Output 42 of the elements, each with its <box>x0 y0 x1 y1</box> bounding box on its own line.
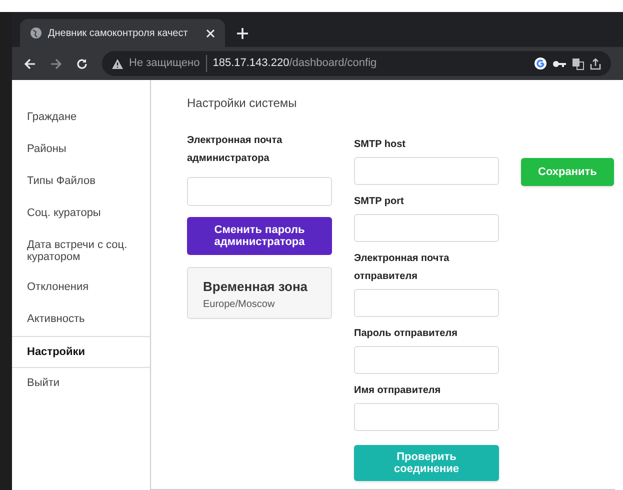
back-icon[interactable] <box>24 58 36 70</box>
key-icon[interactable] <box>553 60 566 68</box>
warning-icon <box>112 58 123 68</box>
browser-tab[interactable]: Дневник самоконтроля качест <box>20 19 225 47</box>
sidebar-item[interactable]: Активность <box>12 304 150 336</box>
timezone-value: Europe/Moscow <box>203 298 276 312</box>
tab-title: Дневник самоконтроля качест <box>48 26 189 40</box>
sidebar-item[interactable]: Отклонения <box>12 272 150 304</box>
field-label: SMTP port <box>354 195 405 209</box>
sidebar-item[interactable]: Районы <box>12 134 150 166</box>
change-password-button[interactable]: Сменить пароль администратора <box>187 217 332 255</box>
input-field[interactable] <box>354 157 499 185</box>
input-field[interactable] <box>354 346 499 374</box>
reload-icon[interactable] <box>76 58 88 70</box>
sidebar-item[interactable]: Выйти <box>12 368 150 400</box>
sidebar-item[interactable]: Граждане <box>12 102 150 134</box>
new-tab-icon[interactable] <box>237 28 248 39</box>
globe-icon <box>30 27 42 39</box>
url-text: 185.17.143.220/dashboard/config <box>212 56 378 72</box>
close-icon[interactable] <box>206 28 215 38</box>
sidebar-item[interactable]: Соц. кураторы <box>12 198 150 230</box>
security-label: Не защищено <box>129 55 207 72</box>
input-field[interactable] <box>354 289 499 317</box>
input-field[interactable] <box>187 177 332 206</box>
field-label: Имя отправителя <box>354 384 442 398</box>
page-title: Настройки системы <box>187 95 298 112</box>
input-field[interactable] <box>354 214 499 242</box>
field-label: Пароль отправителя <box>354 327 458 341</box>
forward-icon[interactable] <box>50 58 62 70</box>
field-label: SMTP host <box>354 138 406 152</box>
sidebar-item[interactable]: Настройки <box>12 336 150 368</box>
timezone-title: Временная зона <box>203 278 309 296</box>
timezone-card[interactable]: Временная зона Europe/Moscow <box>187 267 332 319</box>
share-icon[interactable] <box>590 58 601 70</box>
sidebar-item[interactable]: Типы Файлов <box>12 166 150 198</box>
field-label: Электронная почта администратора <box>187 134 284 166</box>
input-field[interactable] <box>354 403 499 431</box>
translate-icon[interactable] <box>572 58 584 70</box>
field-label: Электронная почта отправителя <box>354 252 450 284</box>
sidebar-item[interactable]: Дата встречи с соц. куратором <box>12 230 150 272</box>
google-icon[interactable] <box>534 57 547 70</box>
address-bar[interactable]: Не защищено 185.17.143.220/dashboard/config <box>102 51 611 76</box>
